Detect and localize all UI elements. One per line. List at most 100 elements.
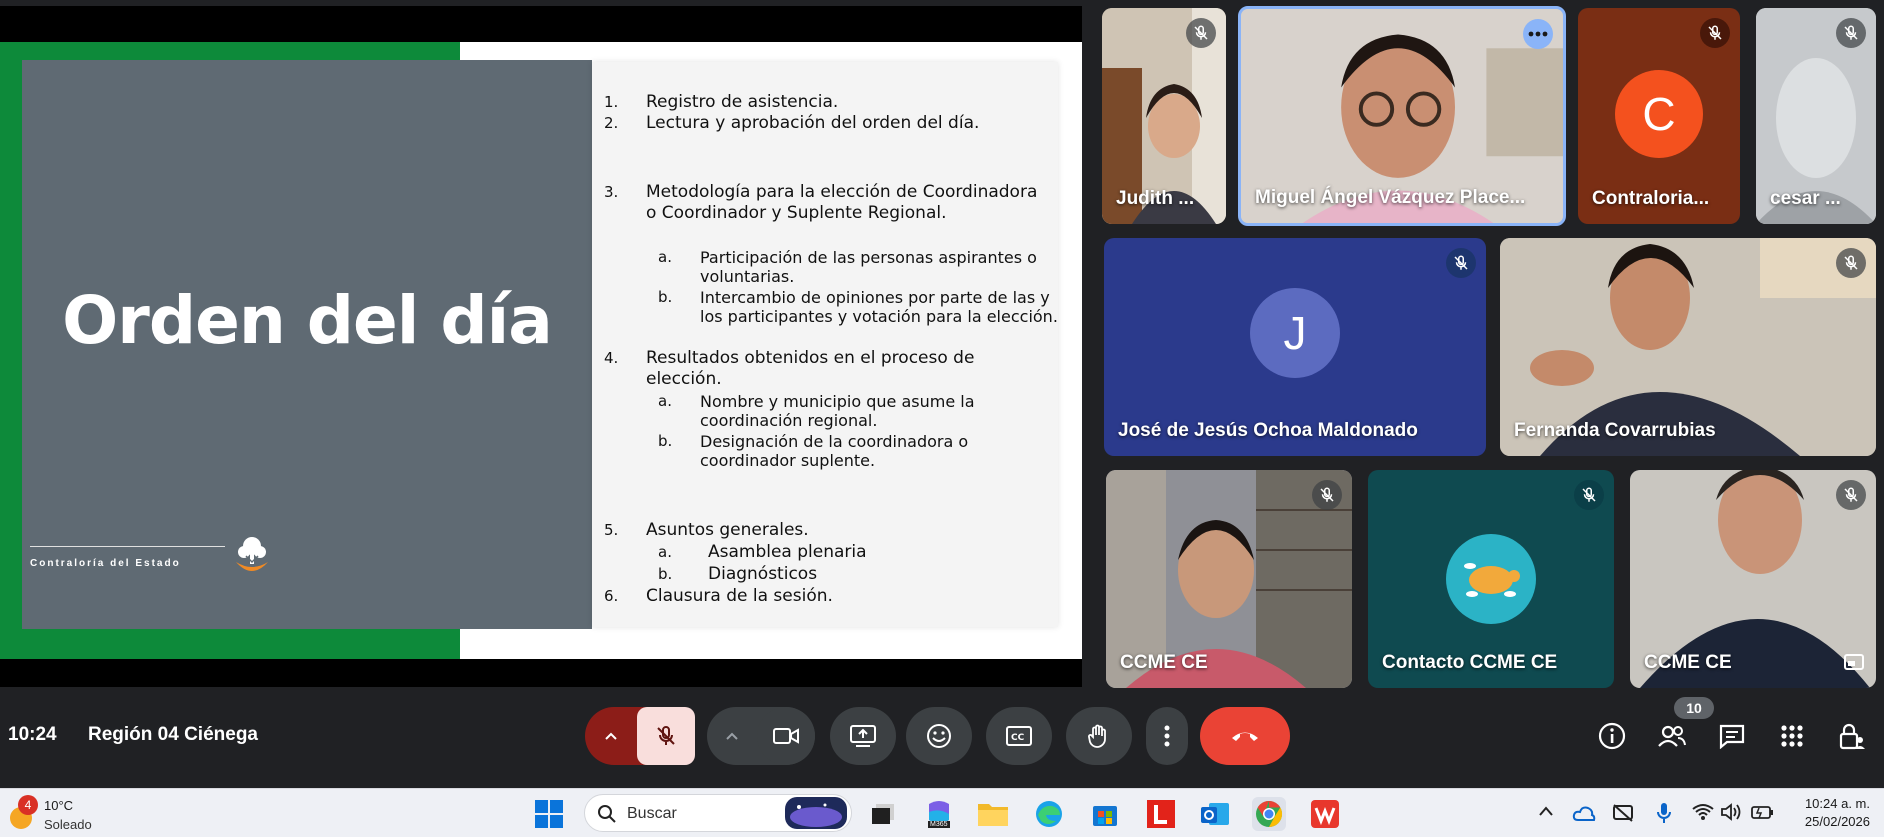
weather-badge: 4	[18, 795, 38, 815]
apps-grid-icon	[1781, 725, 1803, 747]
reactions-button[interactable]	[906, 707, 972, 765]
show-hidden-icons-chevron-icon[interactable]	[1538, 805, 1554, 817]
participant-name: CCME CE	[1644, 652, 1732, 673]
battery-icon[interactable]	[1750, 803, 1774, 821]
l-app[interactable]	[1144, 797, 1178, 831]
m365-app[interactable]: M365	[922, 797, 956, 831]
slide-logo-text: Contraloría del Estado	[30, 558, 181, 569]
more-options-icon[interactable]	[1523, 19, 1553, 49]
start-button[interactable]	[532, 797, 566, 831]
host-controls-button[interactable]	[1834, 718, 1870, 754]
emoji-icon	[927, 724, 951, 748]
self-view-icon[interactable]	[1844, 654, 1864, 670]
captions-icon: CC	[1006, 726, 1032, 746]
turtle-avatar-icon	[1464, 563, 1520, 597]
search-icon	[598, 805, 616, 823]
mic-off-icon	[1836, 18, 1866, 48]
info-icon	[1598, 722, 1626, 750]
participant-avatar: J	[1250, 288, 1340, 378]
mic-off-icon	[1836, 480, 1866, 510]
weather-widget[interactable]: 4 10°C Soleado	[6, 795, 126, 835]
present-screen-button[interactable]	[830, 707, 896, 765]
people-icon	[1658, 725, 1686, 747]
participant-tile-active[interactable]: Miguel Ángel Vázquez Place...	[1238, 6, 1566, 226]
raise-hand-button[interactable]	[1066, 707, 1132, 765]
windows-logo-icon	[535, 800, 563, 828]
contraloria-logo-icon	[236, 537, 268, 571]
meeting-details-button[interactable]	[1594, 718, 1630, 754]
mic-off-icon	[1700, 18, 1730, 48]
outlook-app[interactable]	[1198, 797, 1232, 831]
people-button[interactable]	[1654, 718, 1690, 754]
edge-icon	[1036, 801, 1062, 827]
volume-icon[interactable]	[1720, 803, 1742, 821]
svg-text:CC: CC	[1011, 733, 1025, 743]
meeting-clock: 10:24	[8, 724, 57, 745]
camera-toggle-button[interactable]	[757, 707, 815, 765]
captions-button[interactable]: CC	[986, 707, 1052, 765]
chrome-app[interactable]	[1252, 797, 1286, 831]
display-off-icon[interactable]	[1612, 803, 1634, 823]
meeting-controls-bar: 10:24 Región 04 Ciénega CC 10	[0, 697, 1884, 772]
mic-off-icon	[1186, 18, 1216, 48]
chat-button[interactable]	[1714, 718, 1750, 754]
leave-call-button[interactable]	[1200, 707, 1290, 765]
weather-condition: Soleado	[44, 817, 92, 832]
video-camera-icon	[773, 728, 799, 744]
system-time: 10:24 a. m.	[1804, 796, 1870, 811]
wps-office-icon	[1311, 800, 1339, 828]
participant-tile[interactable]: Contacto CCME CE	[1368, 470, 1614, 688]
onedrive-icon[interactable]	[1572, 803, 1596, 823]
file-explorer-app[interactable]	[976, 797, 1010, 831]
chevron-up-icon	[605, 732, 617, 740]
participant-tile[interactable]: Fernanda Covarrubias	[1500, 238, 1876, 456]
slide: Orden del día Contraloría del Estado 1. R…	[0, 42, 1082, 659]
participant-name: Fernanda Covarrubias	[1514, 420, 1716, 441]
system-clock[interactable]: 10:24 a. m. 25/02/2026	[1805, 795, 1870, 831]
l-letter-app-icon	[1147, 800, 1175, 828]
mic-toggle-button[interactable]	[637, 707, 695, 765]
slide-logo-divider	[30, 546, 225, 547]
participant-tile[interactable]: Judith ...	[1102, 8, 1226, 224]
mic-off-icon	[657, 725, 675, 745]
wps-app[interactable]	[1308, 797, 1342, 831]
slide-title: Orden del día	[62, 282, 553, 359]
task-view-icon	[872, 804, 894, 824]
participant-name: Contacto CCME CE	[1382, 652, 1558, 673]
participant-name: José de Jesús Ochoa Maldonado	[1118, 420, 1418, 441]
mic-off-icon	[1836, 248, 1866, 278]
mic-off-icon	[1446, 248, 1476, 278]
raise-hand-icon	[1088, 724, 1106, 748]
mic-off-icon	[1312, 480, 1342, 510]
chrome-icon	[1256, 800, 1283, 828]
meeting-title: Región 04 Ciénega	[88, 724, 258, 745]
participant-avatar	[1446, 534, 1536, 624]
video-options-button[interactable]	[707, 707, 757, 765]
more-vertical-icon	[1164, 725, 1170, 747]
store-app[interactable]	[1088, 797, 1122, 831]
wifi-icon[interactable]	[1692, 803, 1714, 821]
activities-button[interactable]	[1774, 718, 1810, 754]
presentation-view[interactable]: Orden del día Contraloría del Estado 1. R…	[0, 6, 1082, 687]
folder-icon	[978, 804, 1008, 826]
taskbar-search[interactable]: Buscar	[584, 794, 852, 832]
audio-options-button[interactable]	[585, 707, 637, 765]
m365-label: M365	[928, 821, 950, 828]
camera-control-group	[707, 707, 815, 765]
participant-tile[interactable]: C Contraloria...	[1578, 8, 1740, 224]
chevron-up-icon	[726, 732, 738, 740]
participant-tile[interactable]: J José de Jesús Ochoa Maldonado	[1104, 238, 1486, 456]
participant-name: Contraloria...	[1592, 188, 1710, 209]
participant-tile[interactable]: CCME CE	[1106, 470, 1352, 688]
more-options-button[interactable]	[1146, 707, 1188, 765]
edge-app[interactable]	[1032, 797, 1066, 831]
microphone-tray-icon[interactable]	[1656, 801, 1672, 825]
participant-name: cesar ...	[1770, 188, 1841, 209]
participant-tile[interactable]: cesar ...	[1756, 8, 1876, 224]
task-view-button[interactable]	[866, 797, 900, 831]
present-screen-icon	[850, 725, 876, 747]
search-placeholder: Buscar	[627, 805, 677, 822]
mic-control-group	[585, 707, 695, 765]
participant-tile[interactable]: CCME CE	[1630, 470, 1876, 688]
store-icon	[1093, 806, 1117, 826]
